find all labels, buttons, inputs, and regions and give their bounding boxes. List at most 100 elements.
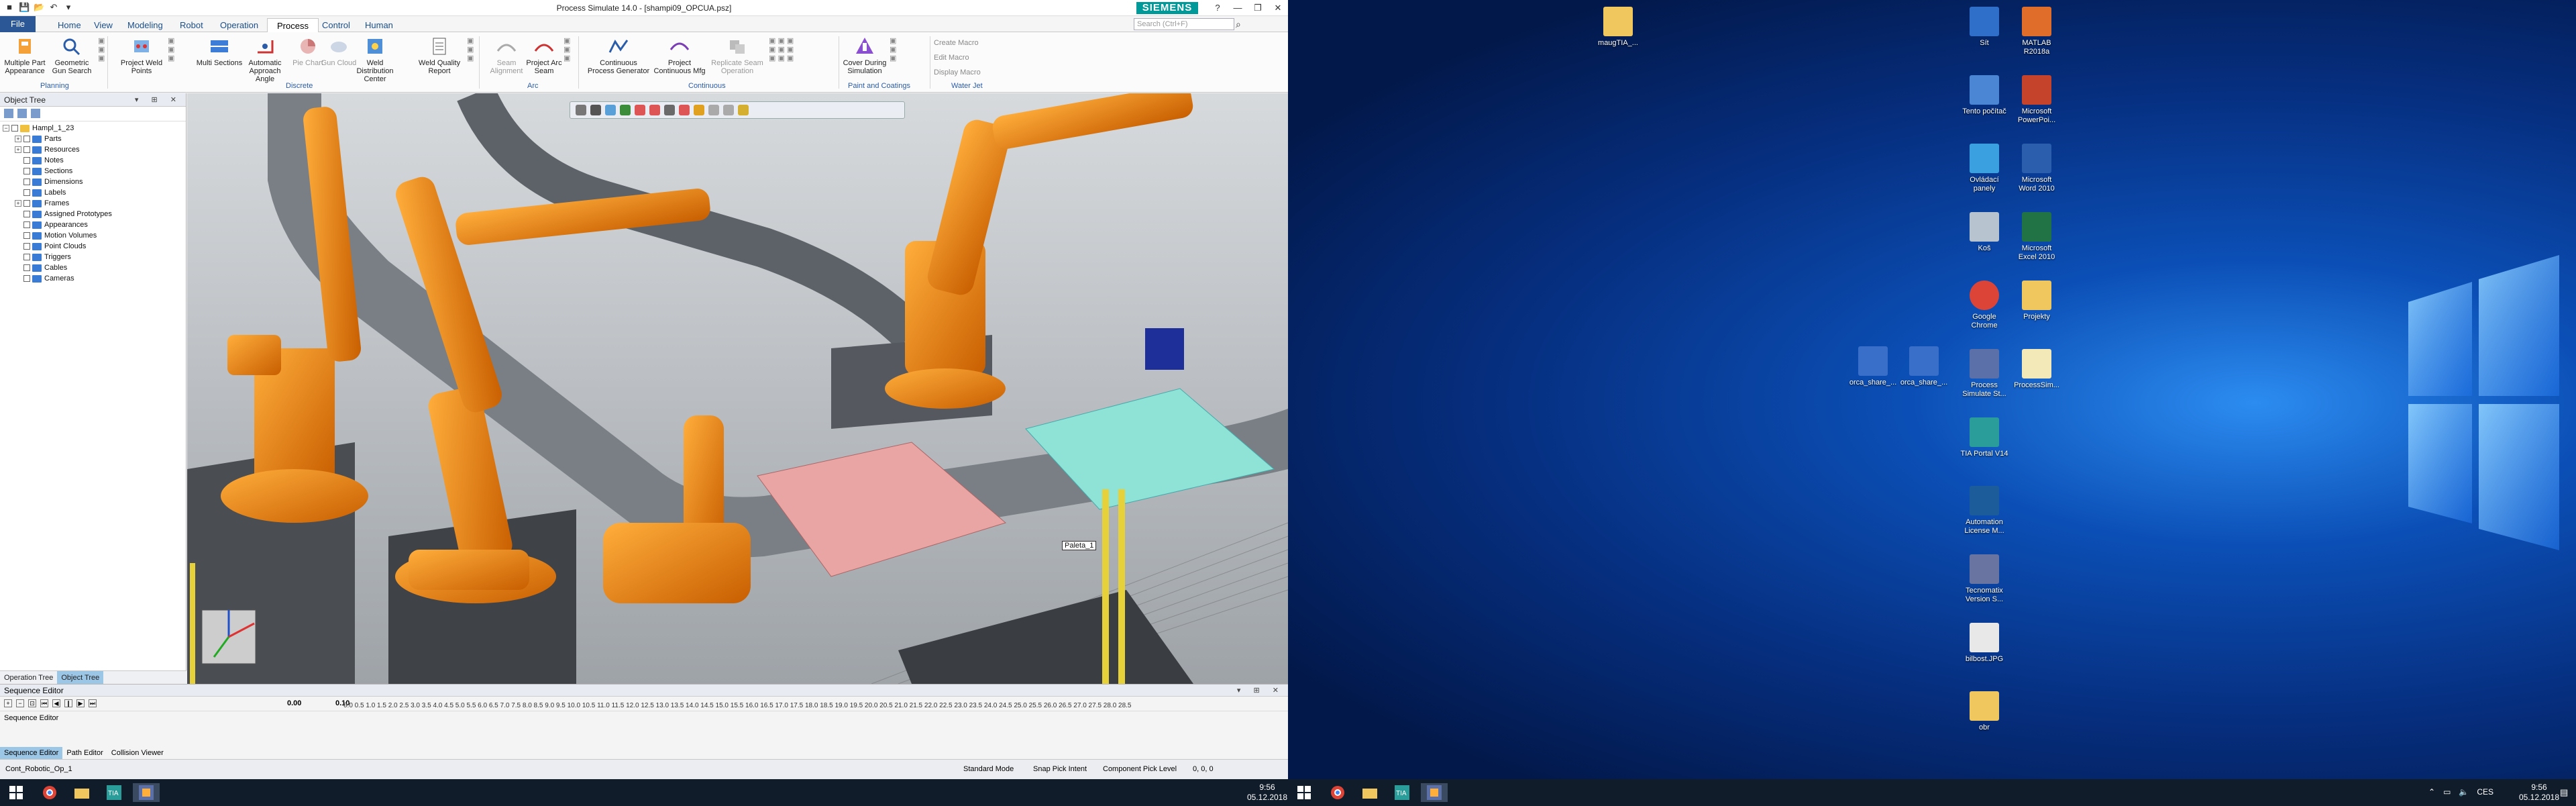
tab-control[interactable]: Control xyxy=(313,18,360,32)
tree-item-frames[interactable]: + Frames xyxy=(3,198,186,209)
restore-button[interactable]: ❐ xyxy=(1248,0,1268,16)
project-continuous-mfg-button[interactable]: Project Continuous Mfg xyxy=(649,36,710,75)
zoom-out-icon[interactable]: − xyxy=(16,699,24,707)
tree-tool-icon[interactable] xyxy=(4,109,13,118)
desktop-icon-obr-folder[interactable]: obr xyxy=(1960,691,2008,732)
visibility-checkbox[interactable] xyxy=(23,136,30,143)
desktop-icon-processsim-file[interactable]: ProcessSim... xyxy=(2012,349,2061,390)
desktop-icon-word[interactable]: Microsoft Word 2010 xyxy=(2012,144,2061,193)
tab-modeling[interactable]: Modeling xyxy=(118,18,172,32)
desktop-icon-tia-portal[interactable]: TIA Portal V14 xyxy=(1960,417,2008,458)
tree-item-cameras[interactable]: Cameras xyxy=(3,273,186,284)
windows-start-icon[interactable] xyxy=(9,786,23,799)
tree-tool-icon[interactable] xyxy=(31,109,40,118)
zoom-fit-icon[interactable] xyxy=(576,105,586,115)
filter-icon[interactable] xyxy=(694,105,704,115)
zoom-in-icon[interactable]: + xyxy=(4,699,12,707)
tab-file[interactable]: File xyxy=(0,16,36,32)
tab-sequence-editor[interactable]: Sequence Editor xyxy=(0,747,63,759)
desktop-icon-this-pc[interactable]: Tento počítač xyxy=(1960,75,2008,116)
tab-process[interactable]: Process xyxy=(267,18,319,32)
continuous-process-generator-button[interactable]: Continuous Process Generator xyxy=(586,36,651,75)
multi-sections-button[interactable]: Multi Sections xyxy=(196,36,243,67)
snap-icon[interactable] xyxy=(723,105,734,115)
tree-item-resources[interactable]: + Resources xyxy=(3,144,186,155)
taskbar-chrome[interactable] xyxy=(36,783,63,802)
jump-start-icon[interactable]: ⏮ xyxy=(40,699,48,707)
taskbar-process-simulate[interactable] xyxy=(1421,783,1448,802)
view-cube[interactable] xyxy=(201,609,256,664)
tree-root[interactable]: − Hampl_1_23 xyxy=(3,123,186,134)
replicate-seam-operation-button[interactable]: Replicate Seam Operation xyxy=(711,36,763,75)
windows-start-icon[interactable] xyxy=(1297,786,1311,799)
visibility-checkbox[interactable] xyxy=(23,189,30,197)
mode-indicator[interactable]: Standard Mode xyxy=(963,765,1014,773)
taskbar-clock[interactable]: 9:56 05.12.2018 xyxy=(1237,783,1288,803)
visibility-checkbox[interactable] xyxy=(23,168,30,175)
visibility-checkbox[interactable] xyxy=(23,264,30,272)
play-icon[interactable]: ▶ xyxy=(76,699,85,707)
tree-item-point-clouds[interactable]: Point Clouds xyxy=(3,241,186,252)
pick-icon[interactable] xyxy=(664,105,675,115)
tab-human[interactable]: Human xyxy=(356,18,402,32)
search-icon[interactable]: ⌕ xyxy=(1236,19,1241,30)
taskbar-tia-portal[interactable]: TIA xyxy=(1389,783,1415,802)
visibility-checkbox[interactable] xyxy=(11,125,18,132)
desktop-icon-orca-share-pdf[interactable]: orca_share_... xyxy=(1849,346,1897,387)
panel-controls[interactable]: ▾ ⊞ ✕ xyxy=(135,93,182,107)
tree-item-sections[interactable]: Sections xyxy=(3,166,186,177)
visibility-checkbox[interactable] xyxy=(23,200,30,207)
visibility-checkbox[interactable] xyxy=(23,221,30,229)
jump-end-icon[interactable]: ⏭ xyxy=(89,699,97,707)
project-arc-seam-button[interactable]: Project Arc Seam xyxy=(521,36,568,75)
render-icon[interactable] xyxy=(635,105,645,115)
desktop-icon-orca-share-doc[interactable]: orca_share_... xyxy=(1900,346,1948,387)
taskbar-process-simulate[interactable] xyxy=(133,783,160,802)
tab-operation[interactable]: Operation xyxy=(211,18,268,32)
automatic-approach-angle-button[interactable]: Automatic Approach Angle xyxy=(241,36,288,83)
desktop-icon-network[interactable]: Sít xyxy=(1960,7,2008,48)
desktop-icon-tecnomatix[interactable]: Tecnomatix Version S... xyxy=(1960,554,2008,604)
tree-item-triggers[interactable]: Triggers xyxy=(3,252,186,262)
visibility-checkbox[interactable] xyxy=(23,146,30,154)
desktop-icon-chrome[interactable]: Google Chrome xyxy=(1960,281,2008,330)
language-indicator[interactable]: CES xyxy=(2477,787,2493,797)
rotate-icon[interactable] xyxy=(605,105,616,115)
tab-path-editor[interactable]: Path Editor xyxy=(62,747,107,759)
desktop-icon-excel[interactable]: Microsoft Excel 2010 xyxy=(2012,212,2061,262)
weld-distribution-center-button[interactable]: Weld Distribution Center xyxy=(352,36,398,83)
search-input[interactable]: Search (Ctrl+F) xyxy=(1134,18,1234,30)
project-weld-points-button[interactable]: Project Weld Points xyxy=(118,36,165,75)
section-icon[interactable] xyxy=(679,105,690,115)
volume-icon[interactable]: 🔈 xyxy=(2459,787,2469,797)
visibility-checkbox[interactable] xyxy=(23,275,30,283)
tab-object-tree[interactable]: Object Tree xyxy=(57,671,104,684)
ruler-icon[interactable] xyxy=(738,105,749,115)
pick-level-indicator[interactable]: Component Pick Level xyxy=(1103,765,1177,773)
minimize-button[interactable]: — xyxy=(1228,0,1248,16)
view-icon[interactable] xyxy=(620,105,631,115)
tree-item-dimensions[interactable]: Dimensions xyxy=(3,177,186,187)
visibility-checkbox[interactable] xyxy=(23,211,30,218)
zoom-icon[interactable] xyxy=(590,105,601,115)
desktop-icon-automation-license[interactable]: Automation License M... xyxy=(1960,486,2008,536)
expand-icon[interactable]: + xyxy=(15,200,21,207)
expand-icon[interactable]: + xyxy=(15,146,21,154)
visibility-checkbox[interactable] xyxy=(23,232,30,240)
tree-tool-icon[interactable] xyxy=(17,109,27,118)
measure-icon[interactable] xyxy=(708,105,719,115)
desktop-icon-recycle-bin[interactable]: Koš xyxy=(1960,212,2008,253)
chevron-up-icon[interactable]: ⌃ xyxy=(2428,787,2435,797)
edit-macro-button[interactable]: Edit Macro xyxy=(934,54,969,62)
visibility-checkbox[interactable] xyxy=(23,254,30,261)
desktop-icon-powerpoint[interactable]: Microsoft PowerPoi... xyxy=(2012,75,2061,125)
step-back-icon[interactable]: ◀ xyxy=(52,699,60,707)
desktop-icon-maugtia[interactable]: maugTIA_... xyxy=(1594,7,1642,48)
panel-controls[interactable]: ▾ ⊞ ✕ xyxy=(1237,685,1284,697)
tab-view[interactable]: View xyxy=(85,18,122,32)
snap-indicator[interactable]: Snap Pick Intent xyxy=(1033,765,1087,773)
tree-item-labels[interactable]: Labels xyxy=(3,187,186,198)
selection-icon[interactable] xyxy=(649,105,660,115)
taskbar-explorer[interactable] xyxy=(1356,783,1383,802)
multiple-part-appearance-button[interactable]: Multiple Part Appearance xyxy=(1,36,48,75)
